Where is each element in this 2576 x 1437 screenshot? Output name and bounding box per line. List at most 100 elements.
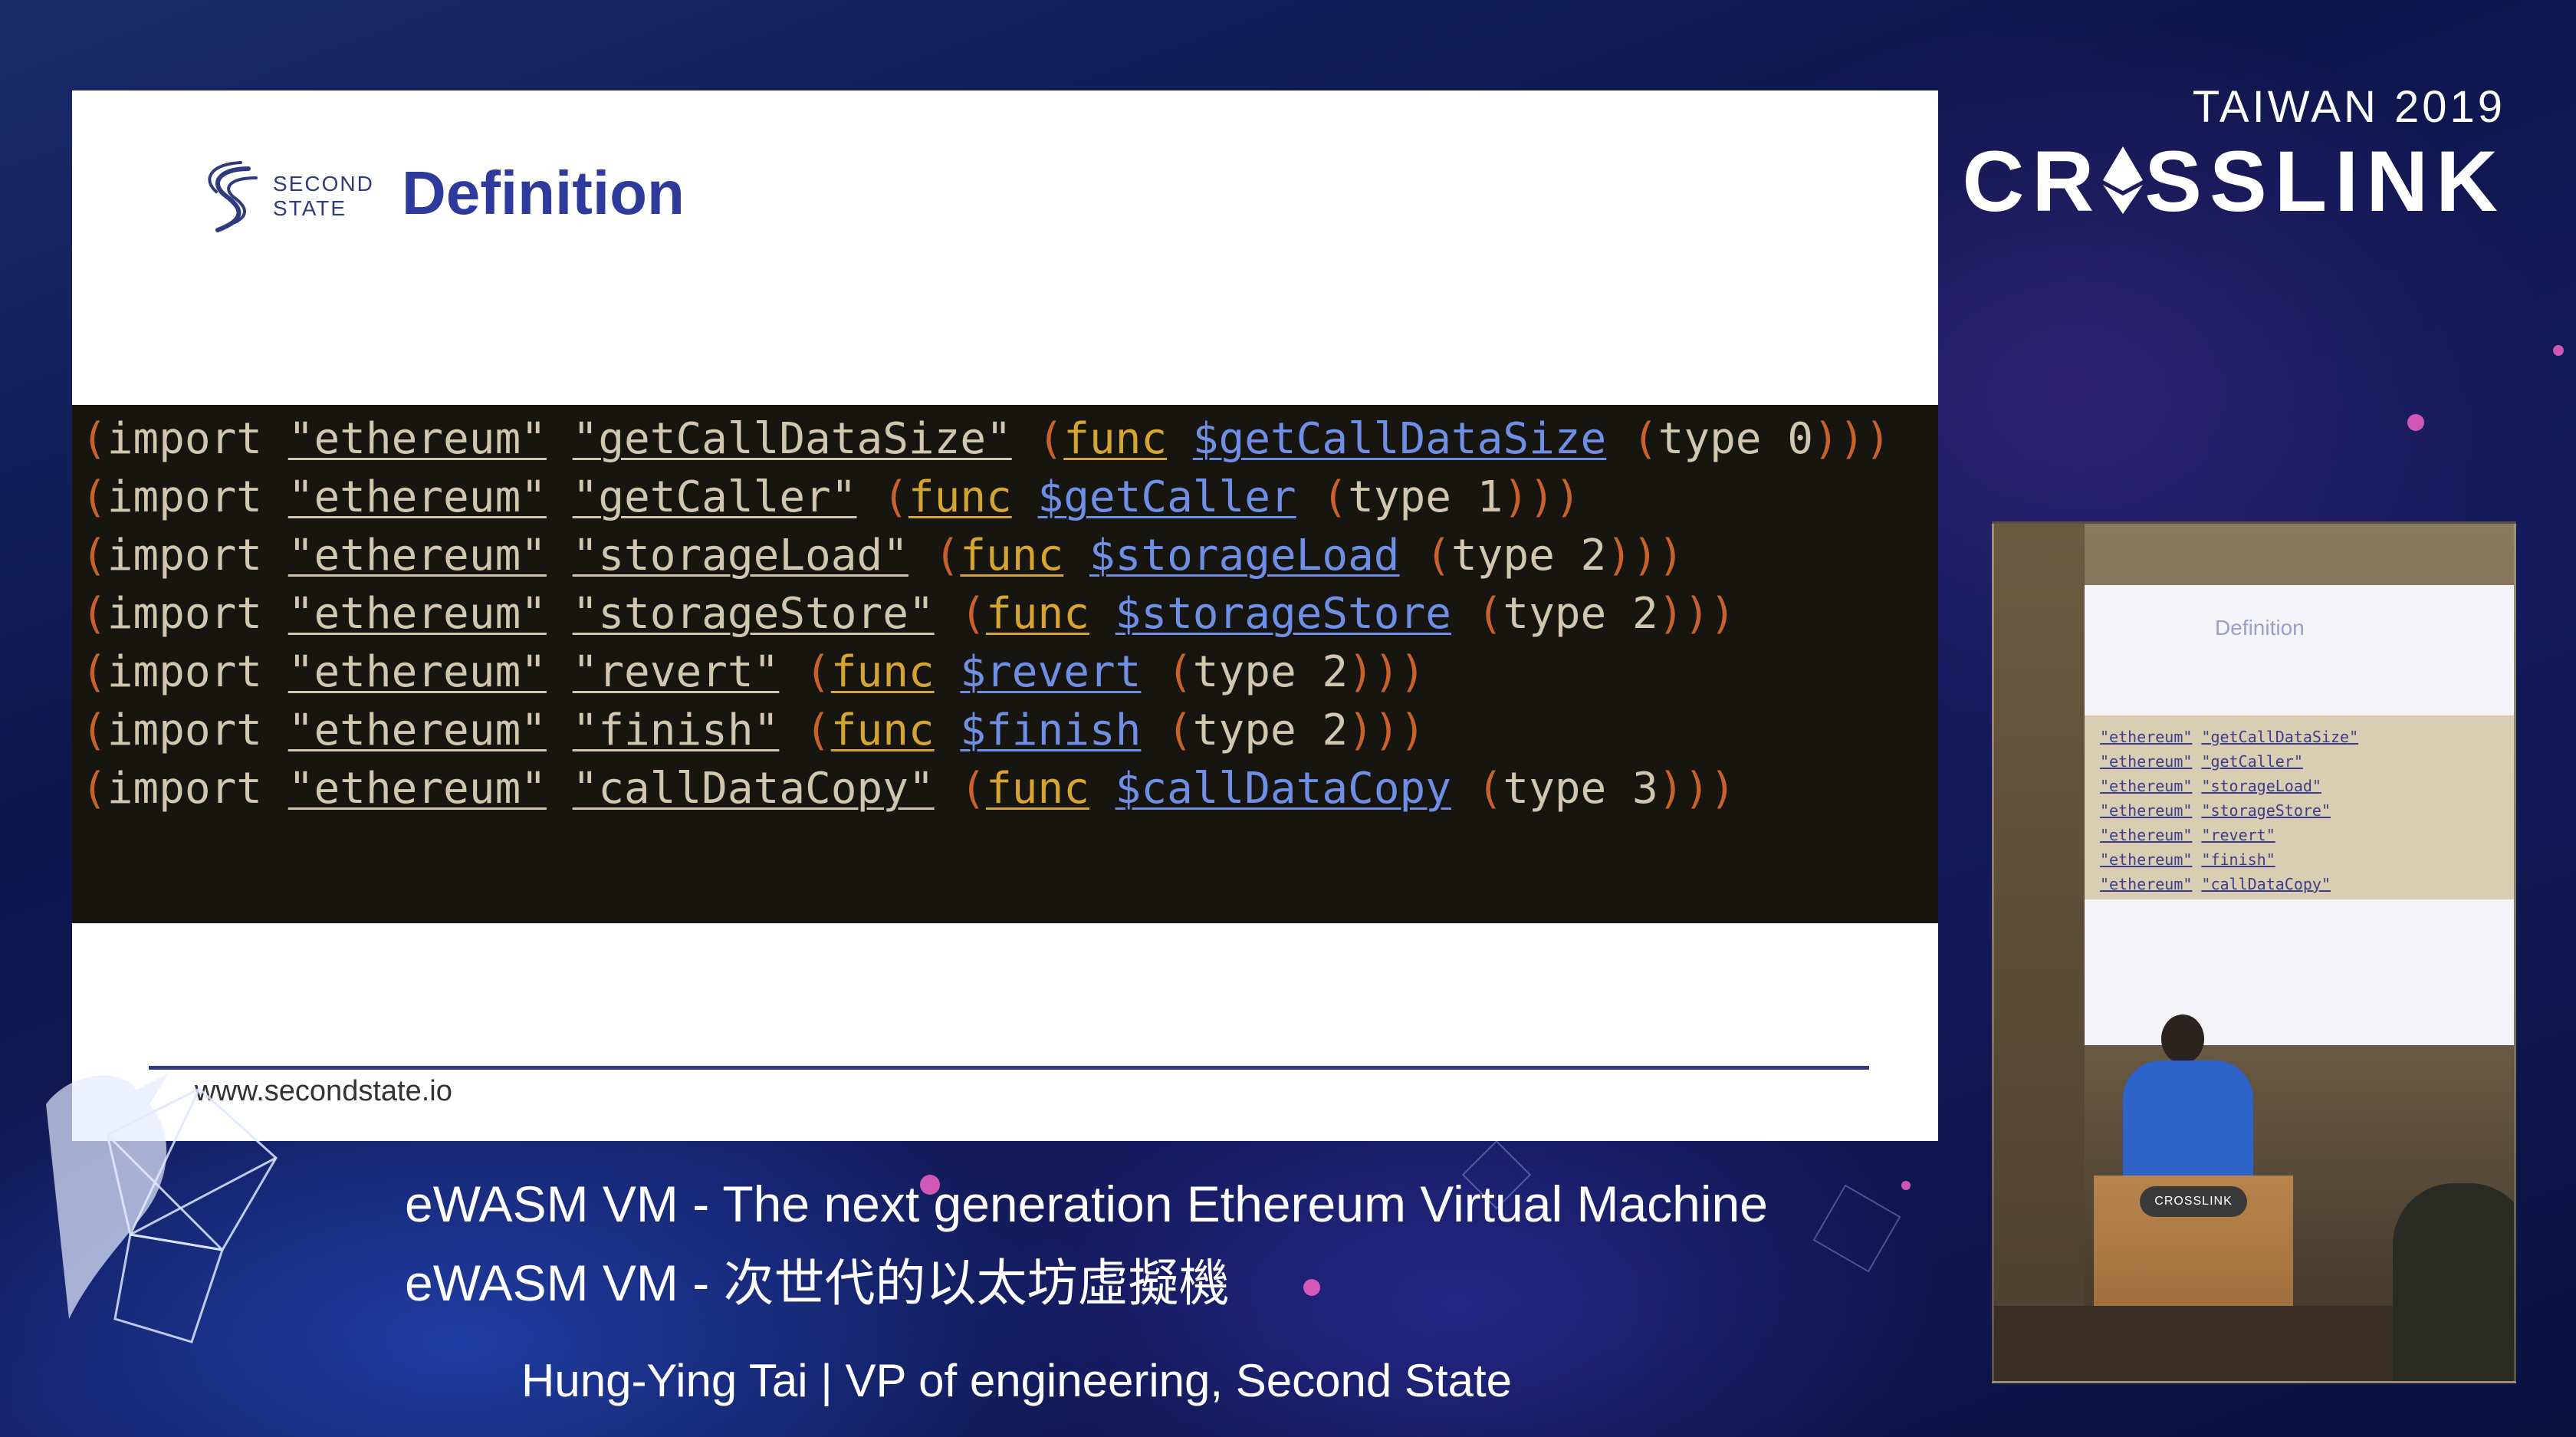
logo-text-line1: SECOND [273, 172, 374, 196]
code-token: func [1063, 414, 1168, 464]
code-punctuation [1451, 589, 1477, 639]
code-punctuation: ))) [1348, 647, 1426, 697]
code-punctuation: ( [1631, 414, 1658, 464]
code-token: $storageStore [1115, 589, 1451, 639]
code-token: func [960, 531, 1064, 580]
code-token: 1 [1477, 472, 1503, 522]
code-punctuation [779, 647, 805, 697]
code-token: func [830, 705, 935, 755]
code-punctuation [262, 705, 288, 755]
code-punctuation [262, 589, 288, 639]
code-token: import [107, 472, 263, 522]
code-punctuation: ( [81, 589, 107, 639]
code-punctuation: ))) [1658, 764, 1736, 814]
code-punctuation: ( [1037, 414, 1064, 464]
code-line: (import "ethereum" "getCaller" (func $ge… [81, 472, 1581, 522]
code-token: import [107, 414, 263, 464]
code-punctuation [262, 764, 288, 814]
code-token: "getCaller" [572, 472, 857, 522]
code-token: "ethereum" [288, 414, 547, 464]
code-line: (import "ethereum" "storageStore" (func … [81, 589, 1736, 639]
code-punctuation: ( [81, 472, 107, 522]
code-block: (import "ethereum" "getCallDataSize" (fu… [72, 405, 1938, 923]
code-punctuation [1063, 531, 1089, 580]
code-token: $getCaller [1037, 472, 1296, 522]
code-punctuation [262, 531, 288, 580]
camera-code-module: "ethereum" [2100, 801, 2193, 820]
code-punctuation: ))) [1658, 589, 1736, 639]
code-punctuation: ( [1477, 589, 1503, 639]
code-line: (import "ethereum" "revert" (func $rever… [81, 647, 1425, 697]
speaker-camera-feed: Definition "ethereum" "getCallDataSize" "e… [1992, 521, 2516, 1383]
logo-text-line2: STATE [273, 196, 347, 220]
camera-code-field: "callDataCopy" [2201, 875, 2331, 893]
code-punctuation [1606, 414, 1632, 464]
code-punctuation [547, 472, 573, 522]
camera-code-module: "ethereum" [2100, 850, 2193, 869]
code-punctuation [1296, 705, 1322, 755]
code-token: import [107, 647, 263, 697]
code-punctuation: ( [960, 589, 987, 639]
code-token: "revert" [572, 647, 780, 697]
second-state-logo-text: SECOND STATE [273, 172, 374, 221]
code-token: "finish" [572, 705, 780, 755]
camera-code-field: "finish" [2201, 850, 2275, 869]
code-token: "ethereum" [288, 472, 547, 522]
code-token: import [107, 531, 263, 580]
code-token: $callDataCopy [1115, 764, 1451, 814]
code-token: type [1658, 414, 1762, 464]
code-token: 2 [1631, 589, 1658, 639]
code-punctuation: ( [805, 705, 831, 755]
code-token: $revert [960, 647, 1142, 697]
code-token: "storageStore" [572, 589, 935, 639]
code-punctuation [1012, 414, 1038, 464]
code-punctuation [547, 764, 573, 814]
code-token: type [1451, 531, 1555, 580]
code-punctuation [779, 705, 805, 755]
speaker-head [2161, 1014, 2204, 1064]
code-punctuation [1606, 589, 1632, 639]
code-line: (import "ethereum" "callDataCopy" (func … [81, 764, 1736, 814]
audience-member [2393, 1183, 2514, 1381]
podium-badge: CROSSLINK [2140, 1186, 2247, 1217]
camera-code-module: "ethereum" [2100, 826, 2193, 844]
sparkle-decoration [1901, 1181, 1911, 1190]
code-punctuation: ( [81, 705, 107, 755]
camera-code-line: "ethereum" "getCallDataSize" [2100, 728, 2358, 746]
code-punctuation [262, 472, 288, 522]
speaker-name-title: Hung-Ying Tai | VP of engineering, Secon… [521, 1355, 1513, 1406]
code-token: "ethereum" [288, 764, 547, 814]
code-punctuation [1762, 414, 1788, 464]
code-punctuation: ( [960, 764, 987, 814]
code-punctuation: ( [882, 472, 909, 522]
camera-code-field: "getCaller" [2201, 752, 2303, 771]
code-punctuation [547, 705, 573, 755]
code-punctuation [1089, 764, 1116, 814]
code-token: "ethereum" [288, 589, 547, 639]
code-punctuation [1400, 531, 1426, 580]
sparkle-decoration [1303, 1279, 1320, 1296]
code-token: func [830, 647, 935, 697]
code-punctuation [935, 647, 961, 697]
code-punctuation: ( [81, 414, 107, 464]
code-punctuation [1141, 705, 1167, 755]
code-punctuation [547, 647, 573, 697]
talk-title-english: eWASM VM - The next generation Ethereum … [405, 1176, 1768, 1232]
code-token: "callDataCopy" [572, 764, 935, 814]
code-punctuation: ))) [1606, 531, 1684, 580]
code-punctuation: ( [1167, 705, 1193, 755]
camera-code-field: "storageLoad" [2201, 777, 2321, 795]
camera-code-field: "storageStore" [2201, 801, 2331, 820]
code-punctuation [1451, 764, 1477, 814]
camera-code-module: "ethereum" [2100, 752, 2193, 771]
second-state-logo-icon [208, 161, 258, 232]
code-token: type [1503, 589, 1607, 639]
event-logo: CR SSLINK [1963, 132, 2505, 231]
camera-code-line: "ethereum" "storageStore" [2100, 801, 2331, 820]
camera-code-module: "ethereum" [2100, 875, 2193, 893]
slide-footer-divider [149, 1066, 1869, 1070]
code-token: $getCallDataSize [1192, 414, 1607, 464]
code-token: type [1192, 647, 1296, 697]
code-token: func [986, 764, 1089, 814]
code-punctuation [909, 531, 935, 580]
